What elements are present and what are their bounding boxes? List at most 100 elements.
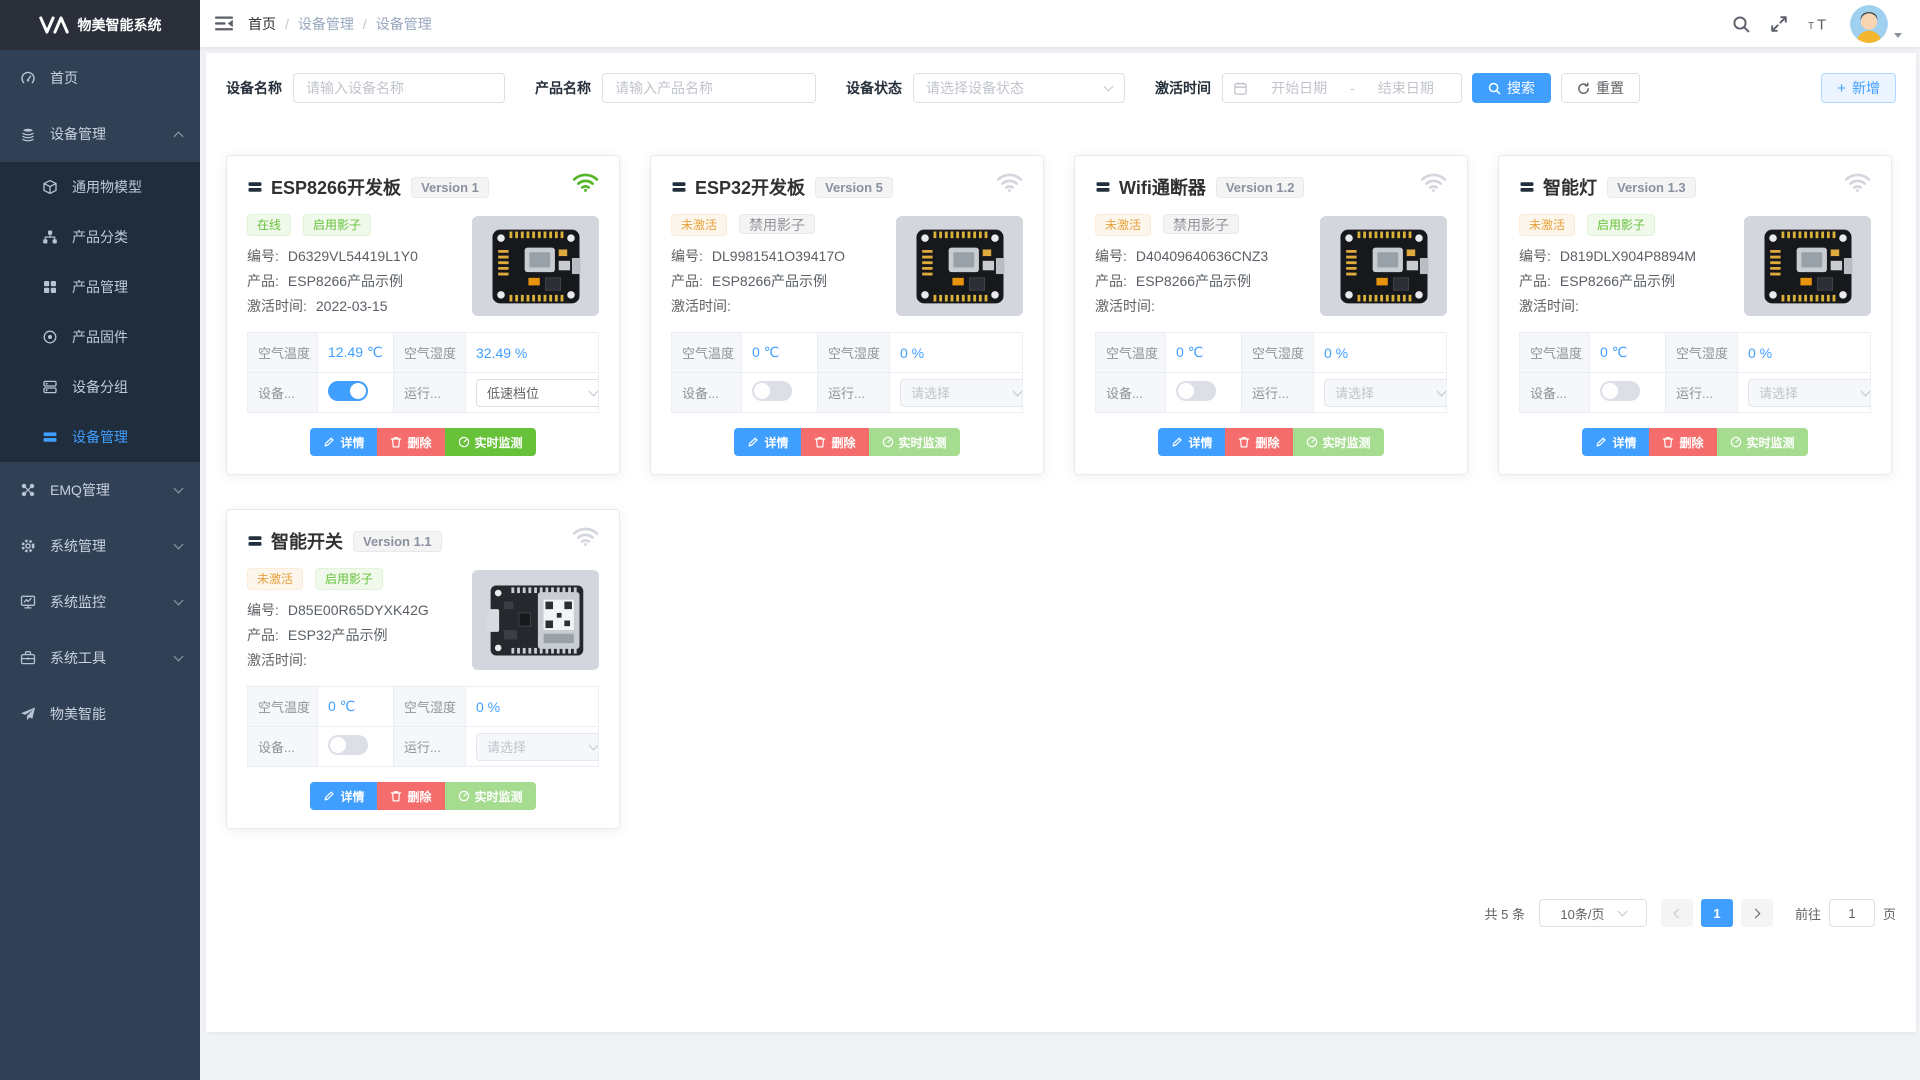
delete-button[interactable]: 删除 bbox=[377, 428, 444, 456]
end-date-placeholder: 结束日期 bbox=[1361, 78, 1451, 98]
page-size-select[interactable]: 10条/页 bbox=[1539, 899, 1647, 927]
search-button[interactable]: 搜索 bbox=[1472, 73, 1551, 103]
user-avatar[interactable] bbox=[1850, 5, 1888, 43]
total-count: 共 5 条 bbox=[1485, 904, 1525, 923]
fullscreen-icon[interactable] bbox=[1770, 15, 1788, 33]
fold-menu-icon[interactable] bbox=[200, 0, 248, 47]
gear-label: 运行... bbox=[394, 373, 466, 413]
delete-button[interactable]: 删除 bbox=[1225, 428, 1292, 456]
monitor-button[interactable]: 实时监测 bbox=[445, 428, 536, 456]
humidity-value: 0 % bbox=[1738, 333, 1871, 373]
sidebar-item-产品管理[interactable]: 产品管理 bbox=[0, 262, 200, 312]
reset-button[interactable]: 重置 bbox=[1561, 73, 1640, 103]
monitor-button[interactable]: 实时监测 bbox=[869, 428, 960, 456]
chevron-down-icon bbox=[174, 539, 184, 549]
sidebar-item-通用物模型[interactable]: 通用物模型 bbox=[0, 162, 200, 212]
sidebar-item-系统监控[interactable]: 系统监控 bbox=[0, 574, 200, 630]
version-badge: Version 1 bbox=[411, 177, 489, 198]
sidebar-item-设备管理[interactable]: 设备管理 bbox=[0, 106, 200, 162]
sidebar-item-物美智能[interactable]: 物美智能 bbox=[0, 686, 200, 742]
temperature-value: 0 ℃ bbox=[1166, 333, 1242, 373]
sidebar-item-系统管理[interactable]: 系统管理 bbox=[0, 518, 200, 574]
serial-label: 编号: bbox=[247, 246, 279, 266]
breadcrumb-item[interactable]: 首页 bbox=[248, 14, 276, 34]
device-status-placeholder: 请选择设备状态 bbox=[926, 78, 1024, 98]
sidebar-item-设备管理[interactable]: 设备管理 bbox=[0, 412, 200, 462]
sidebar-item-label: 系统监控 bbox=[50, 592, 106, 612]
serial-value: D40409640636CNZ3 bbox=[1136, 246, 1268, 266]
app-logo[interactable]: 物美智能系统 bbox=[0, 0, 200, 50]
device-image bbox=[896, 216, 1023, 316]
telemetry-table: 空气温度 0 ℃ 空气湿度 0 % 设备... 运行... 请选择 bbox=[247, 686, 599, 767]
delete-button[interactable]: 删除 bbox=[377, 782, 444, 810]
product-name-input[interactable] bbox=[602, 73, 816, 103]
sidebar-item-EMQ管理[interactable]: EMQ管理 bbox=[0, 462, 200, 518]
gear-label: 运行... bbox=[818, 373, 890, 413]
device-switch-toggle[interactable] bbox=[1600, 381, 1640, 401]
device-name-input[interactable] bbox=[293, 73, 505, 103]
humidity-value: 32.49 % bbox=[466, 333, 599, 373]
chevron-down-icon bbox=[174, 483, 184, 493]
detail-button[interactable]: 详情 bbox=[310, 782, 377, 810]
trash-icon bbox=[390, 436, 402, 448]
add-button[interactable]: + 新增 bbox=[1821, 73, 1896, 103]
gear-select[interactable]: 低速档位 bbox=[476, 379, 599, 407]
monitor-button[interactable]: 实时监测 bbox=[1293, 428, 1384, 456]
device-bars-icon bbox=[1519, 179, 1535, 195]
temperature-value: 0 ℃ bbox=[318, 687, 394, 727]
device-name: 智能灯 bbox=[1543, 174, 1597, 200]
wifi-status-icon bbox=[572, 526, 599, 547]
detail-button[interactable]: 详情 bbox=[1158, 428, 1225, 456]
sidebar-item-系统工具[interactable]: 系统工具 bbox=[0, 630, 200, 686]
detail-button[interactable]: 详情 bbox=[310, 428, 377, 456]
device-switch-toggle[interactable] bbox=[1176, 381, 1216, 401]
gauge-icon bbox=[458, 436, 470, 448]
serial-value: D819DLX904P8894M bbox=[1560, 246, 1696, 266]
temperature-value: 0 ℃ bbox=[1590, 333, 1666, 373]
gear-value: 低速档位 bbox=[487, 383, 539, 402]
product-value: ESP8266产品示例 bbox=[288, 271, 403, 291]
next-page-button[interactable] bbox=[1741, 899, 1773, 927]
font-size-icon[interactable]: TT bbox=[1808, 16, 1830, 32]
monitor-button[interactable]: 实时监测 bbox=[445, 782, 536, 810]
monitor-button[interactable]: 实时监测 bbox=[1717, 428, 1808, 456]
serial-label: 编号: bbox=[247, 600, 279, 620]
goto-page-input[interactable] bbox=[1829, 899, 1875, 927]
device-status-select[interactable]: 请选择设备状态 bbox=[913, 73, 1125, 103]
detail-button[interactable]: 详情 bbox=[734, 428, 801, 456]
product-value: ESP8266产品示例 bbox=[1136, 271, 1251, 291]
wifi-status-icon bbox=[1420, 172, 1447, 193]
device-switch-toggle[interactable] bbox=[328, 735, 368, 755]
device-switch-toggle[interactable] bbox=[328, 381, 368, 401]
sidebar-item-产品固件[interactable]: 产品固件 bbox=[0, 312, 200, 362]
chevron-down-icon bbox=[1437, 386, 1447, 396]
humidity-label: 空气湿度 bbox=[1242, 333, 1314, 373]
sidebar-item-产品分类[interactable]: 产品分类 bbox=[0, 212, 200, 262]
search-icon[interactable] bbox=[1732, 15, 1750, 33]
gear-select[interactable]: 请选择 bbox=[900, 379, 1023, 407]
page-number-1[interactable]: 1 bbox=[1701, 899, 1733, 927]
activation-date-range[interactable]: 开始日期 - 结束日期 bbox=[1222, 73, 1462, 103]
gear-select[interactable]: 请选择 bbox=[476, 733, 599, 761]
user-menu[interactable] bbox=[1850, 5, 1902, 43]
detail-button[interactable]: 详情 bbox=[1582, 428, 1649, 456]
delete-button[interactable]: 删除 bbox=[801, 428, 868, 456]
sidebar-item-设备分组[interactable]: 设备分组 bbox=[0, 362, 200, 412]
sidebar: 物美智能系统 首页设备管理通用物模型产品分类产品管理产品固件设备分组设备管理EM… bbox=[0, 0, 200, 1080]
trash-icon bbox=[390, 790, 402, 802]
device-card: 智能开关 Version 1.1 未激活 启用影子 编号: D85E00R65D… bbox=[226, 509, 620, 829]
gear-icon bbox=[20, 538, 36, 554]
activation-label: 激活时间: bbox=[671, 296, 731, 316]
serial-value: DL9981541O39417O bbox=[712, 246, 845, 266]
gear-select[interactable]: 请选择 bbox=[1748, 379, 1871, 407]
switch-label: 设备... bbox=[248, 727, 318, 767]
gear-select[interactable]: 请选择 bbox=[1324, 379, 1447, 407]
wifi-status-icon bbox=[996, 172, 1023, 193]
delete-button[interactable]: 删除 bbox=[1649, 428, 1716, 456]
prev-page-button[interactable] bbox=[1661, 899, 1693, 927]
gear-value: 请选择 bbox=[1335, 383, 1374, 402]
sidebar-item-首页[interactable]: 首页 bbox=[0, 50, 200, 106]
chevron-down-icon bbox=[1104, 82, 1114, 92]
device-switch-toggle[interactable] bbox=[752, 381, 792, 401]
svg-text:T: T bbox=[1808, 21, 1814, 32]
